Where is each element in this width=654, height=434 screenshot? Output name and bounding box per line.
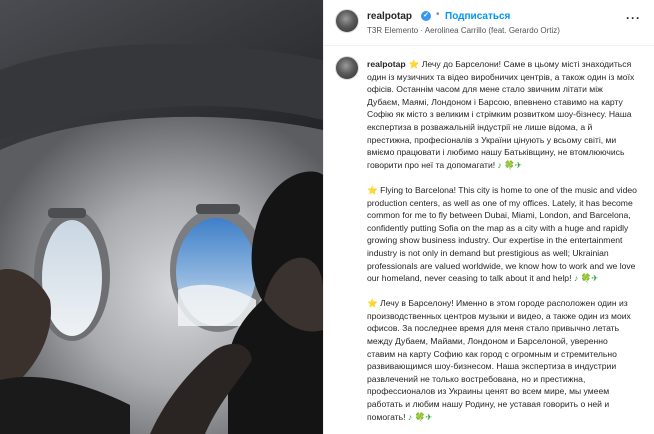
music-clover-plane-emoji: ♪ 🍀✈ xyxy=(573,273,599,284)
caption-paragraph-english: ⭐ Flying to Barcelona! This city is home… xyxy=(367,184,637,285)
caption-paragraph-russian: ⭐ Лечу в Барселону! Именно в этом городе… xyxy=(367,297,637,423)
username-link[interactable]: realpotap xyxy=(367,11,412,22)
more-options-icon[interactable]: ··· xyxy=(626,11,641,25)
separator-dot: • xyxy=(436,9,440,20)
post-header: realpotap ✓ • Подписаться T3R Elemento ·… xyxy=(324,0,654,46)
caption-text: realpotap ⭐ Лечу до Барселони! Саме в цьо… xyxy=(367,58,637,434)
music-clover-plane-emoji: ♪ 🍀✈ xyxy=(407,411,433,422)
caption-paragraph-ukrainian: realpotap ⭐ Лечу до Барселони! Саме в цьо… xyxy=(367,58,637,171)
caption-paragraph-text: Flying to Barcelona! This city is home t… xyxy=(367,184,637,284)
music-clover-plane-emoji: ♪ 🍀✈ xyxy=(497,159,523,170)
star-emoji: ⭐ xyxy=(367,298,378,309)
caption-username-link[interactable]: realpotap xyxy=(367,59,406,69)
audio-track-link[interactable]: T3R Elemento · Aerolinea Carrillo (feat.… xyxy=(367,26,560,35)
post-side-panel: realpotap ✓ • Подписаться T3R Elemento ·… xyxy=(323,0,654,434)
post-media-photo[interactable] xyxy=(0,0,323,434)
follow-button[interactable]: Подписаться xyxy=(445,11,510,22)
avatar[interactable] xyxy=(335,9,359,33)
verified-badge-icon: ✓ xyxy=(421,11,431,21)
airplane-cabin-photo xyxy=(0,0,323,434)
caption-paragraph-text: Лечу до Барселони! Саме в цьому місті зн… xyxy=(367,59,635,170)
star-emoji: ⭐ xyxy=(408,59,420,69)
caption-avatar[interactable] xyxy=(335,56,359,80)
star-emoji: ⭐ xyxy=(367,184,378,195)
caption-paragraph-text: Лечу в Барселону! Именно в этом городе р… xyxy=(367,298,631,422)
